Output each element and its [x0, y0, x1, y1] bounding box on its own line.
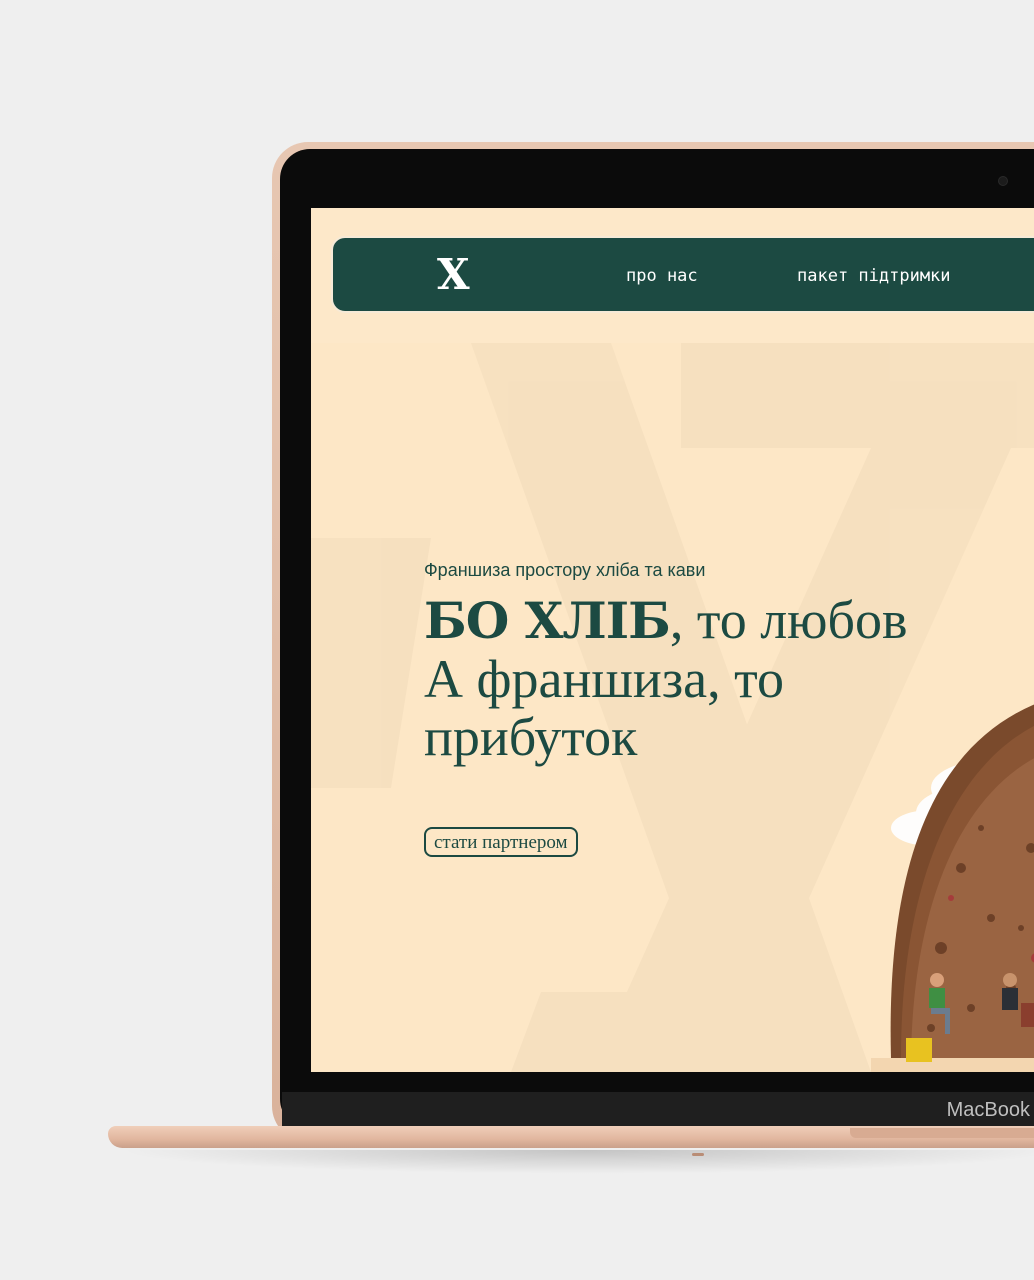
website-screen: X про нас пакет підтримки Франшиза прост… — [311, 208, 1034, 1072]
laptop-shadow — [118, 1150, 1034, 1174]
laptop-base-indicator — [692, 1153, 704, 1156]
hero-title-accent: БО ХЛІБ — [424, 591, 671, 650]
nav-link-support-package[interactable]: пакет підтримки — [797, 266, 951, 286]
top-navbar: X про нас пакет підтримки — [331, 236, 1034, 313]
hero-subtitle: Франшиза простору хліба та кави — [424, 560, 706, 580]
bread-with-miniature-people-photo — [871, 704, 1034, 1072]
hero-title-line2: А франшиза, то — [424, 649, 785, 709]
become-partner-button[interactable]: стати партнером — [424, 827, 578, 857]
macbook-brand-label: MacBook — [946, 1099, 1030, 1121]
screen-chin — [282, 1092, 1034, 1128]
hero-title-line3: прибуток — [424, 707, 638, 767]
camera-icon — [998, 176, 1008, 186]
nav-link-about[interactable]: про нас — [626, 266, 698, 286]
laptop-base-notch — [850, 1128, 1034, 1138]
site-logo[interactable]: X — [437, 252, 470, 298]
